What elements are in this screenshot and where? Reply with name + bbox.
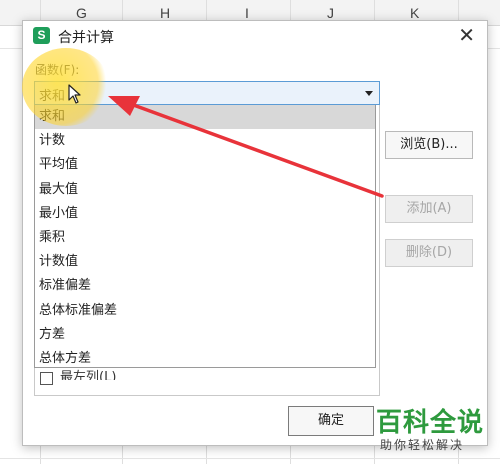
dropdown-option[interactable]: 方差: [35, 323, 375, 347]
column-header-g[interactable]: G: [76, 5, 87, 21]
consolidate-dialog: S 合并计算 ✕ 函数(F): 求和 求和 计数 平均值 最大值 最小值 乘积 计数值 标准偏…: [22, 20, 488, 446]
dropdown-option[interactable]: 标准偏差: [35, 274, 375, 298]
dialog-title: 合并计算: [58, 30, 114, 46]
function-select-value: 求和: [39, 89, 66, 104]
dropdown-option[interactable]: 平均值: [35, 153, 375, 177]
column-header-j[interactable]: J: [327, 5, 334, 21]
dropdown-option[interactable]: 总体标准偏差: [35, 299, 375, 323]
dialog-titlebar[interactable]: S 合并计算 ✕: [23, 21, 487, 51]
dropdown-option[interactable]: 乘积: [35, 226, 375, 250]
function-label: 函数(F):: [35, 63, 80, 77]
watermark-logo: 百科全说 助你轻松解决: [366, 402, 496, 458]
function-select[interactable]: 求和: [34, 81, 380, 105]
browse-button[interactable]: 浏览(B)...: [385, 131, 473, 159]
add-button[interactable]: 添加(A): [385, 195, 473, 223]
app-logo-icon: S: [33, 27, 50, 44]
label-options: 最左列(L): [34, 368, 380, 392]
dropdown-option[interactable]: 最大值: [35, 178, 375, 202]
dropdown-option[interactable]: 计数值: [35, 250, 375, 274]
column-header-k[interactable]: K: [410, 5, 419, 21]
grid-line: [0, 458, 500, 459]
column-header-h[interactable]: H: [160, 5, 170, 21]
dropdown-option[interactable]: 计数: [35, 129, 375, 153]
left-column-checkbox-label: 最左列(L): [60, 370, 117, 380]
chevron-down-icon[interactable]: [365, 91, 373, 96]
ok-button[interactable]: 确定: [288, 406, 374, 436]
dropdown-option[interactable]: 最小值: [35, 202, 375, 226]
watermark-subtitle: 助你轻松解决: [380, 438, 465, 452]
dropdown-option[interactable]: 求和: [35, 105, 375, 130]
column-header-i[interactable]: I: [245, 5, 249, 21]
delete-button[interactable]: 删除(D): [385, 239, 473, 267]
left-column-checkbox[interactable]: [40, 372, 53, 385]
function-dropdown-list: 求和 计数 平均值 最大值 最小值 乘积 计数值 标准偏差 总体标准偏差 方差 总体方差: [34, 105, 376, 368]
close-icon[interactable]: ✕: [458, 25, 475, 45]
watermark-title: 百科全说: [376, 408, 485, 438]
